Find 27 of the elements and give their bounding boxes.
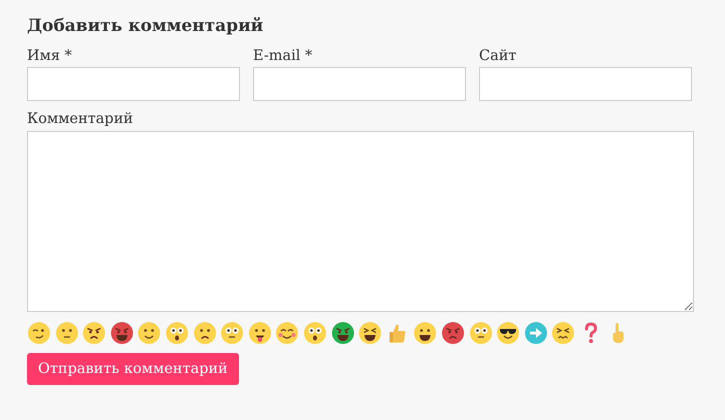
devil-face-icon[interactable] xyxy=(110,321,134,345)
angry-face-icon[interactable] xyxy=(440,321,465,345)
form-title: Добавить комментарий xyxy=(27,16,264,36)
input-field[interactable] xyxy=(253,67,466,101)
tongue-face-icon[interactable] xyxy=(248,321,272,345)
input-field[interactable] xyxy=(27,67,240,101)
sad-face-icon[interactable] xyxy=(192,321,217,345)
smiling-face-icon[interactable] xyxy=(137,321,162,345)
comment-field[interactable] xyxy=(27,131,694,312)
winking-face-icon[interactable] xyxy=(27,321,51,345)
field-label: E-mail * xyxy=(253,48,312,64)
blushing-face-icon[interactable] xyxy=(275,321,300,345)
submit-button[interactable]: Отправить комментарий xyxy=(27,353,239,385)
annoyed-face-icon[interactable] xyxy=(82,321,106,345)
flushed-face-icon[interactable] xyxy=(302,321,327,345)
input-field[interactable] xyxy=(479,67,692,101)
sick-face-icon[interactable] xyxy=(330,321,355,345)
field-label: Сайт xyxy=(479,48,516,64)
grinning-face-icon[interactable] xyxy=(413,321,438,345)
confounded-face-icon[interactable] xyxy=(551,321,576,345)
field-label: Комментарий xyxy=(27,111,134,127)
laughing-face-icon[interactable] xyxy=(358,321,382,345)
surprised-face-icon[interactable] xyxy=(164,321,189,345)
neutral-face-icon[interactable] xyxy=(54,321,79,345)
sunglasses-face-icon[interactable] xyxy=(496,321,520,345)
field-label: Имя * xyxy=(27,48,72,64)
eye-roll-face-icon[interactable] xyxy=(220,321,244,345)
